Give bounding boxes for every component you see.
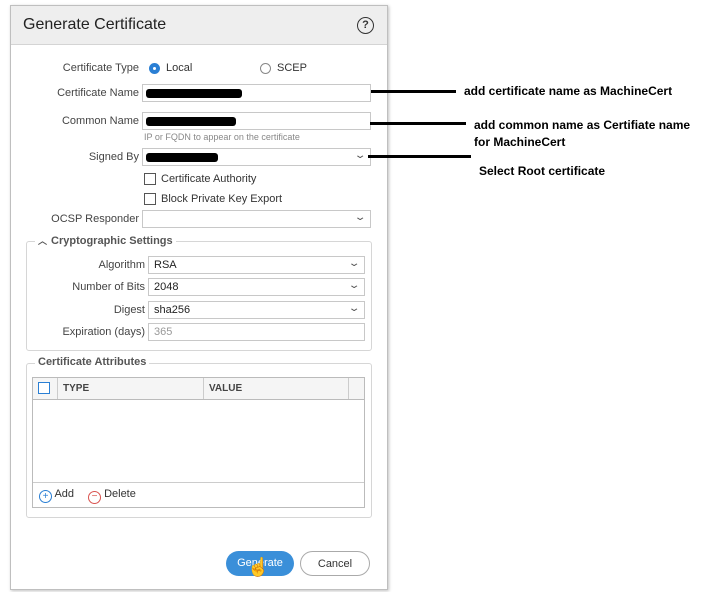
select-all-checkbox[interactable]: [38, 382, 50, 394]
digest-label: Digest: [113, 304, 145, 316]
block-private-key-checkbox[interactable]: [144, 193, 156, 205]
certificate-type-label: Certificate Type: [62, 62, 139, 74]
column-divider: [203, 378, 204, 399]
number-of-bits-value: 2048: [154, 281, 179, 293]
hand-cursor-icon: ☝: [247, 557, 270, 577]
block-private-key-label: Block Private Key Export: [161, 193, 283, 205]
table-footer: + Add − Delete: [33, 482, 364, 507]
redacted-value: [146, 153, 218, 162]
expiration-label: Expiration (days): [62, 326, 145, 338]
certificate-authority-checkbox[interactable]: [144, 173, 156, 185]
cryptographic-settings-title[interactable]: ︿ Cryptographic Settings: [35, 234, 176, 247]
plus-circle-icon: +: [39, 490, 52, 503]
column-divider: [57, 378, 58, 399]
chevron-down-icon: ⌄: [353, 212, 367, 223]
delete-label: Delete: [104, 488, 136, 500]
chevron-up-icon: ︿: [38, 236, 48, 246]
signed-by-select[interactable]: ⌄: [142, 148, 371, 166]
add-label: Add: [54, 488, 75, 500]
annotation-common-name: add common name as Certifiate name for M…: [474, 118, 691, 149]
chevron-down-icon: ⌄: [347, 303, 361, 314]
radio-local-label: Local: [166, 62, 193, 74]
algorithm-value: RSA: [154, 259, 177, 271]
table-header: TYPE VALUE: [33, 378, 364, 400]
certificate-attributes-table: TYPE VALUE + Add − Delete: [32, 377, 365, 508]
common-name-label: Common Name: [61, 115, 139, 127]
ocsp-responder-label: OCSP Responder: [51, 213, 139, 225]
annotation-line: [371, 90, 456, 93]
cryptographic-settings-label: Cryptographic Settings: [51, 235, 173, 247]
algorithm-select[interactable]: RSA ⌄: [148, 256, 365, 274]
certificate-name-label: Certificate Name: [57, 87, 139, 99]
annotation-line: [370, 122, 466, 125]
chevron-down-icon: ⌄: [347, 280, 361, 291]
delete-button[interactable]: − Delete: [88, 488, 136, 504]
question-circle-icon[interactable]: ?: [357, 17, 374, 34]
radio-local[interactable]: [149, 63, 160, 74]
chevron-down-icon: ⌄: [353, 150, 367, 161]
certificate-authority-label: Certificate Authority: [161, 173, 257, 185]
redacted-value: [146, 89, 242, 98]
certificate-attributes-title: Certificate Attributes: [35, 356, 150, 368]
number-of-bits-label: Number of Bits: [72, 281, 145, 293]
annotation-line: [368, 155, 471, 158]
number-of-bits-select[interactable]: 2048 ⌄: [148, 278, 365, 296]
minus-circle-icon: −: [88, 491, 101, 504]
expiration-input[interactable]: 365: [148, 323, 365, 341]
signed-by-label: Signed By: [88, 151, 139, 163]
cancel-button[interactable]: Cancel: [300, 551, 370, 576]
annotation-signed-by: Select Root certificate: [479, 164, 606, 178]
expiration-placeholder: 365: [154, 326, 173, 338]
generate-certificate-dialog: Generate Certificate ? Certificate Type …: [10, 5, 388, 590]
type-column-header[interactable]: TYPE: [63, 383, 89, 394]
common-name-field[interactable]: [142, 112, 371, 130]
column-divider: [348, 378, 349, 399]
add-button[interactable]: + Add: [39, 488, 74, 503]
digest-value: sha256: [154, 304, 191, 316]
ocsp-responder-select[interactable]: ⌄: [142, 210, 371, 228]
dialog-titlebar: Generate Certificate ?: [11, 6, 387, 45]
radio-scep-label: SCEP: [277, 62, 307, 74]
chevron-down-icon: ⌄: [347, 258, 361, 269]
dialog-title: Generate Certificate: [23, 16, 167, 33]
value-column-header[interactable]: VALUE: [209, 383, 242, 394]
certificate-name-field[interactable]: [142, 84, 371, 102]
digest-select[interactable]: sha256 ⌄: [148, 301, 365, 319]
radio-scep[interactable]: [260, 63, 271, 74]
common-name-hint: IP or FQDN to appear on the certificate: [144, 132, 300, 142]
algorithm-label: Algorithm: [98, 259, 145, 271]
redacted-value: [146, 117, 236, 126]
annotation-certificate-name: add certificate name as MachineCert: [464, 84, 673, 98]
